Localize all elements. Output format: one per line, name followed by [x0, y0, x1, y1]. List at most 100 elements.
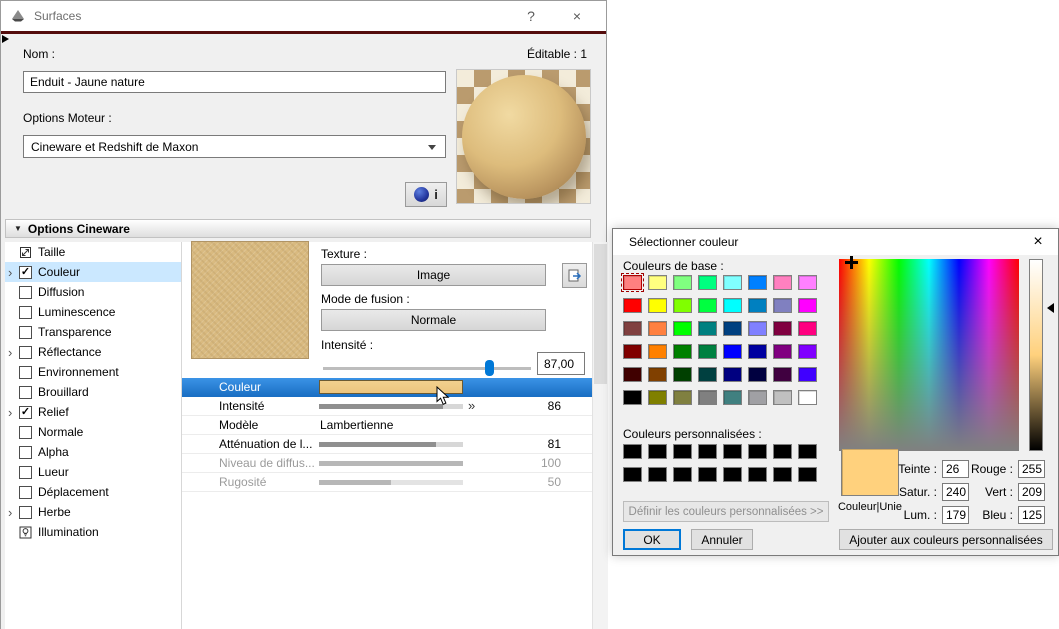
basic-color-swatch[interactable] — [773, 390, 792, 405]
property-slider[interactable] — [319, 442, 463, 447]
custom-color-swatch[interactable] — [648, 444, 667, 459]
texture-browse-button[interactable] — [562, 263, 587, 288]
basic-color-swatch[interactable] — [623, 298, 642, 313]
basic-color-swatch[interactable] — [623, 275, 642, 290]
basic-color-swatch[interactable] — [748, 321, 767, 336]
basic-color-swatch[interactable] — [673, 275, 692, 290]
expand-chevron-icon[interactable]: › — [5, 346, 19, 359]
basic-color-swatch[interactable] — [623, 321, 642, 336]
vert-input[interactable] — [1018, 483, 1045, 501]
checkbox-unchecked[interactable] — [19, 366, 32, 379]
vertical-scrollbar[interactable] — [592, 242, 608, 629]
basic-color-swatch[interactable] — [773, 344, 792, 359]
custom-color-swatch[interactable] — [673, 444, 692, 459]
checkbox-unchecked[interactable] — [19, 386, 32, 399]
options-cineware-header[interactable]: ▼ Options Cineware — [5, 219, 591, 238]
tree-item-relief[interactable]: ›✓Relief — [5, 402, 181, 422]
surface-name-input[interactable] — [23, 71, 446, 93]
checkbox-unchecked[interactable] — [19, 486, 32, 499]
tree-item-deplacement[interactable]: Déplacement — [5, 482, 181, 502]
basic-color-swatch[interactable] — [673, 321, 692, 336]
basic-color-swatch[interactable] — [698, 344, 717, 359]
checkbox-unchecked[interactable] — [19, 506, 32, 519]
material-preview[interactable] — [456, 69, 591, 204]
tree-item-diffusion[interactable]: Diffusion — [5, 282, 181, 302]
texture-image-button[interactable]: Image — [321, 264, 546, 286]
help-icon[interactable]: ? — [514, 1, 548, 31]
custom-color-swatch[interactable] — [698, 444, 717, 459]
basic-color-swatch[interactable] — [798, 344, 817, 359]
bleu-input[interactable] — [1018, 506, 1045, 524]
basic-color-swatch[interactable] — [673, 367, 692, 382]
basic-color-swatch[interactable] — [698, 367, 717, 382]
property-row-intensite[interactable]: Intensité86» — [182, 397, 592, 416]
custom-color-swatch[interactable] — [748, 444, 767, 459]
basic-color-swatch[interactable] — [723, 298, 742, 313]
scrollbar-thumb[interactable] — [594, 244, 607, 384]
checkbox-unchecked[interactable] — [19, 286, 32, 299]
basic-color-swatch[interactable] — [723, 367, 742, 382]
basic-color-swatch[interactable] — [748, 390, 767, 405]
hue-saturation-field[interactable] — [839, 259, 1019, 451]
tree-item-herbe[interactable]: ›Herbe — [5, 502, 181, 522]
panel-collapse-arrow-icon[interactable] — [2, 35, 9, 43]
basic-color-swatch[interactable] — [648, 321, 667, 336]
rouge-input[interactable] — [1018, 460, 1045, 478]
basic-color-swatch[interactable] — [748, 298, 767, 313]
basic-color-swatch[interactable] — [773, 298, 792, 313]
basic-color-swatch[interactable] — [798, 321, 817, 336]
basic-color-swatch[interactable] — [673, 344, 692, 359]
tree-item-alpha[interactable]: Alpha — [5, 442, 181, 462]
property-slider[interactable] — [319, 480, 463, 485]
property-row-attenuation-de-l[interactable]: Atténuation de l...81 — [182, 435, 592, 454]
custom-color-swatch[interactable] — [623, 444, 642, 459]
basic-color-swatch[interactable] — [648, 367, 667, 382]
basic-color-swatch[interactable] — [648, 344, 667, 359]
basic-color-swatch[interactable] — [673, 298, 692, 313]
tree-item-couleur[interactable]: ›✓Couleur — [5, 262, 181, 282]
basic-color-swatch[interactable] — [623, 390, 642, 405]
basic-color-swatch[interactable] — [748, 275, 767, 290]
checkbox-checked[interactable]: ✓ — [19, 266, 32, 279]
intensity-value-input[interactable] — [537, 352, 585, 375]
double-chevron-icon[interactable]: » — [468, 398, 475, 413]
checkbox-unchecked[interactable] — [19, 446, 32, 459]
custom-color-swatch[interactable] — [723, 444, 742, 459]
basic-color-swatch[interactable] — [723, 275, 742, 290]
basic-color-swatch[interactable] — [623, 344, 642, 359]
basic-color-swatch[interactable] — [673, 390, 692, 405]
cinema4d-info-button[interactable]: i — [405, 182, 447, 207]
basic-color-swatch[interactable] — [648, 390, 667, 405]
basic-color-swatch[interactable] — [723, 344, 742, 359]
cancel-button[interactable]: Annuler — [691, 529, 753, 550]
texture-thumbnail[interactable] — [191, 241, 309, 359]
basic-color-swatch[interactable] — [648, 275, 667, 290]
slider-thumb[interactable] — [485, 360, 494, 376]
basic-color-swatch[interactable] — [773, 367, 792, 382]
expand-chevron-icon[interactable]: › — [5, 506, 19, 519]
add-custom-color-button[interactable]: Ajouter aux couleurs personnalisées — [839, 529, 1053, 550]
custom-color-swatch[interactable] — [798, 444, 817, 459]
basic-color-swatch[interactable] — [698, 298, 717, 313]
tree-item-brouillard[interactable]: Brouillard — [5, 382, 181, 402]
property-row-modele[interactable]: ModèleLambertienne — [182, 416, 592, 435]
checkbox-unchecked[interactable] — [19, 346, 32, 359]
checkbox-unchecked[interactable] — [19, 426, 32, 439]
luminance-bar[interactable] — [1029, 259, 1043, 451]
expand-chevron-icon[interactable]: › — [5, 406, 19, 419]
basic-color-swatch[interactable] — [773, 275, 792, 290]
checkbox-unchecked[interactable] — [19, 306, 32, 319]
ok-button[interactable]: OK — [623, 529, 681, 550]
property-slider[interactable] — [319, 461, 463, 466]
property-row-couleur[interactable]: Couleur — [182, 378, 592, 397]
basic-color-swatch[interactable] — [723, 321, 742, 336]
intensity-slider[interactable] — [323, 360, 531, 376]
basic-color-swatch[interactable] — [698, 275, 717, 290]
close-icon[interactable]: × — [560, 1, 594, 31]
basic-color-swatch[interactable] — [798, 275, 817, 290]
tree-item-transparence[interactable]: Transparence — [5, 322, 181, 342]
color-dialog-close-icon[interactable]: × — [1022, 229, 1054, 255]
basic-color-swatch[interactable] — [798, 390, 817, 405]
basic-color-swatch[interactable] — [748, 367, 767, 382]
basic-color-swatch[interactable] — [798, 367, 817, 382]
